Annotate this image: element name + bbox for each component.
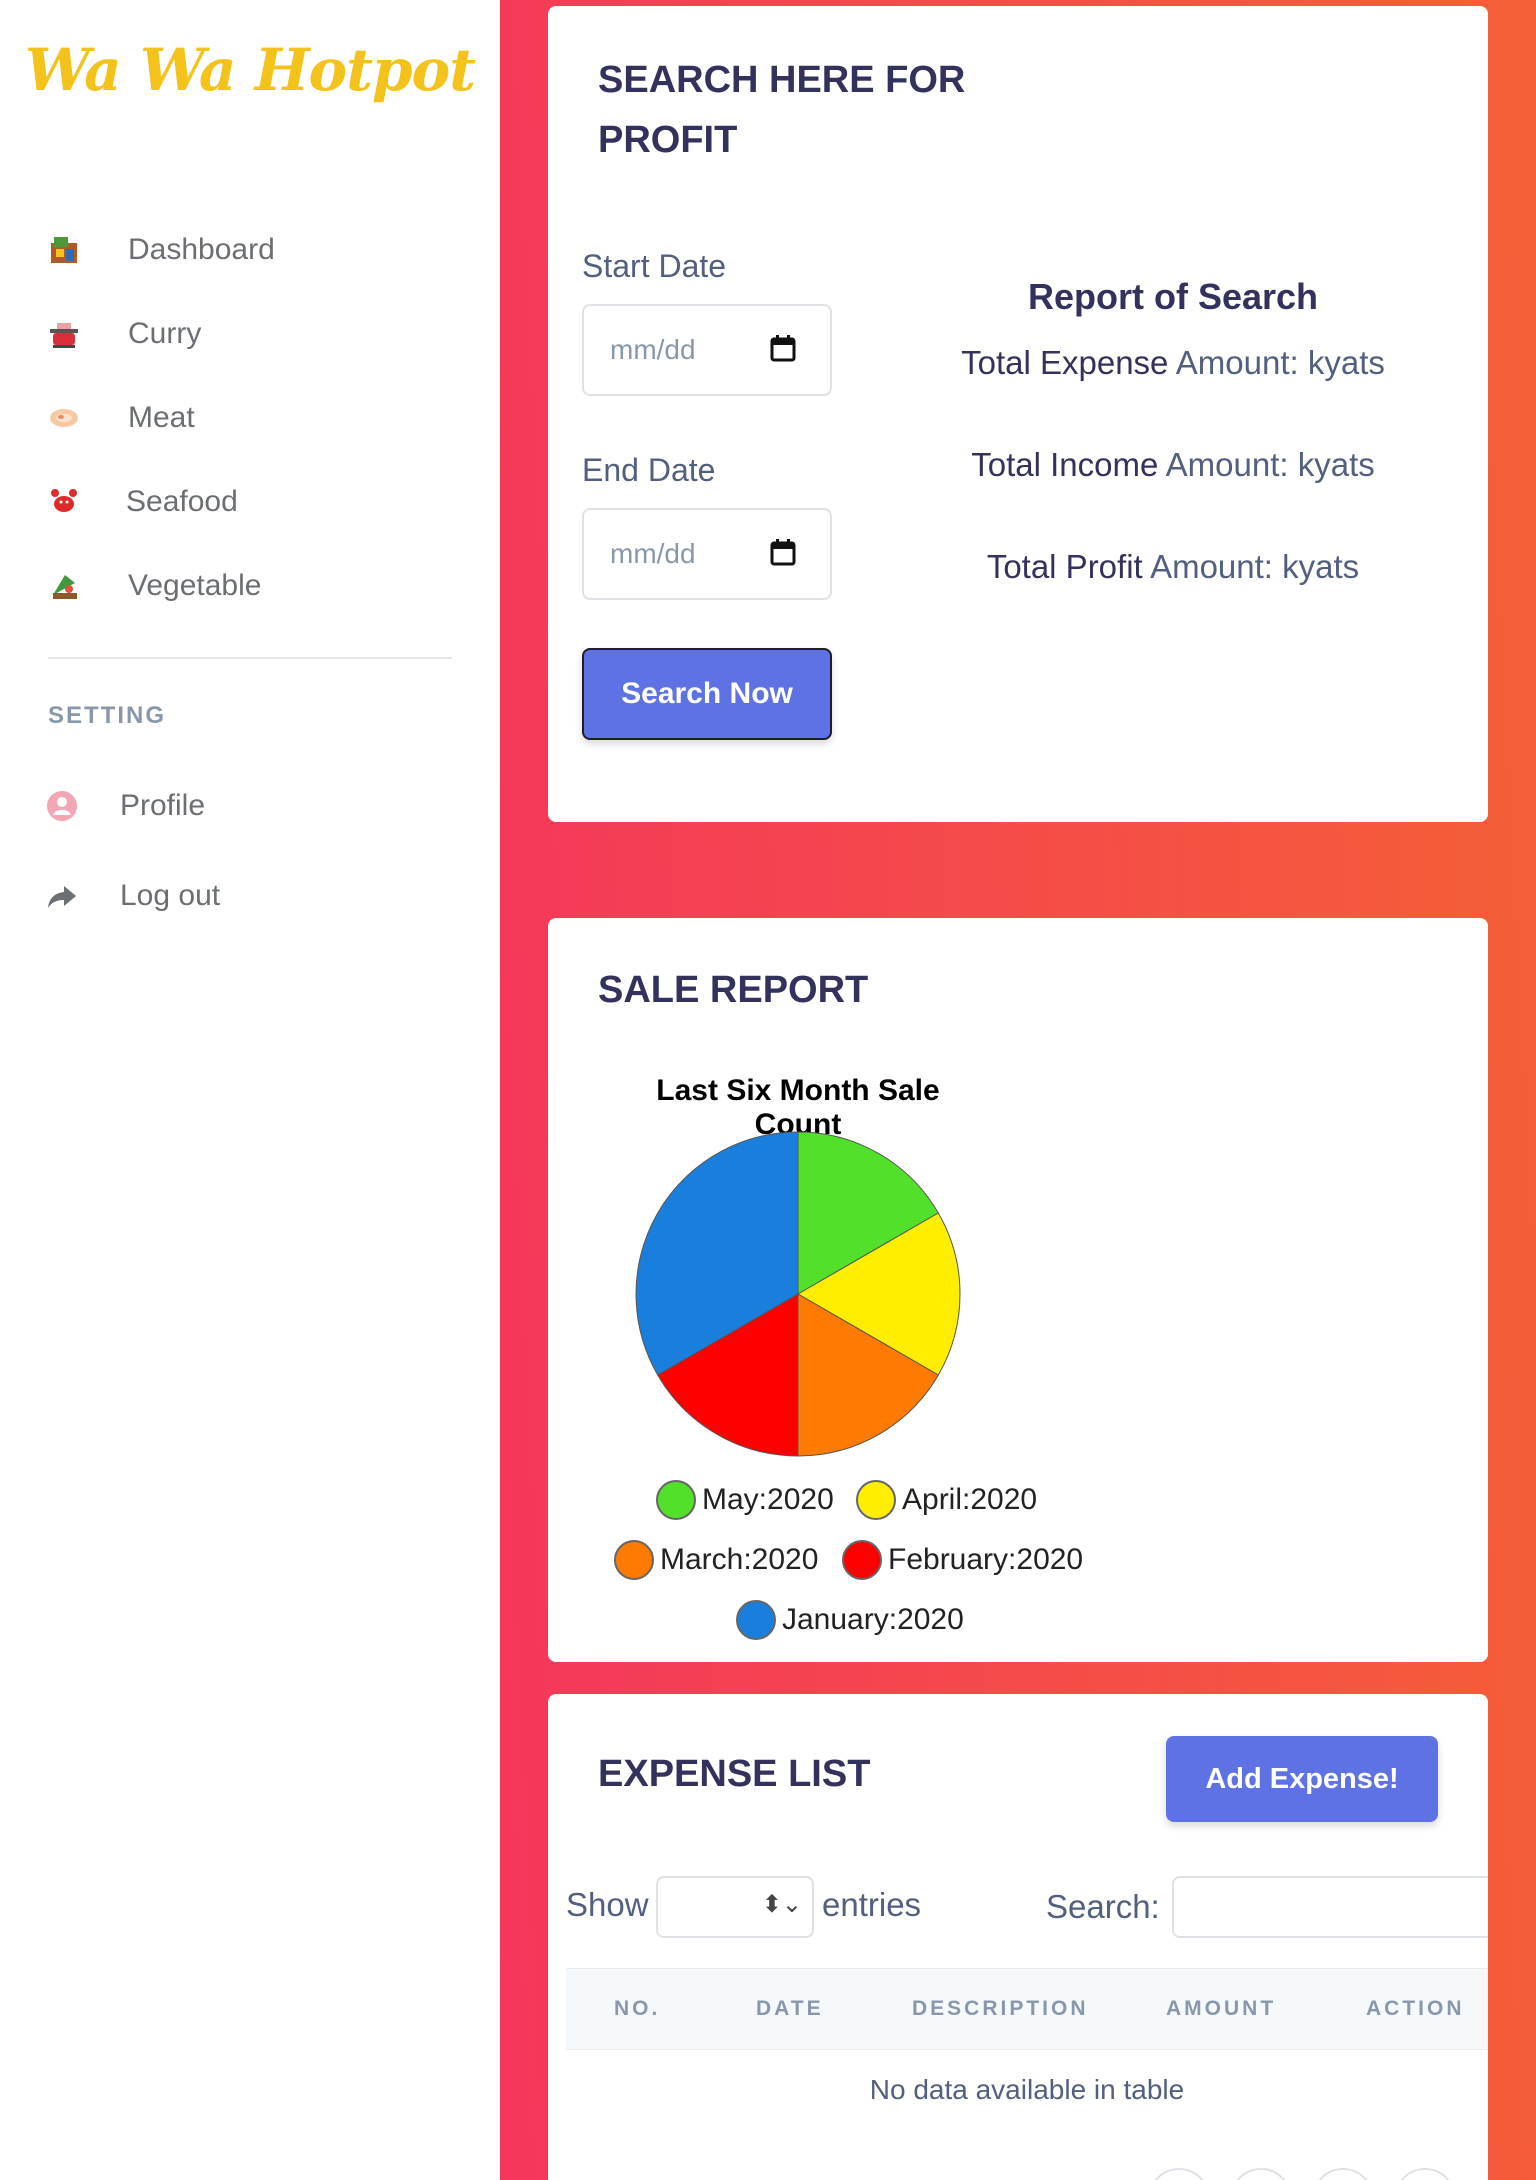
column-header-action[interactable]: ACTION [1366,1997,1465,2021]
search-card-title-line2: PROFIT [598,119,738,161]
pagination-last-button[interactable] [1394,2168,1456,2180]
sidebar-item-label: Vegetable [128,569,262,602]
sidebar-item-label: Meat [128,401,195,434]
legend-label: March:2020 [660,1543,819,1576]
search-profit-card: SEARCH HERE FOR PROFIT Start Date mm/dd … [548,6,1488,822]
sidebar-item-dashboard[interactable]: Dashboard [0,220,500,280]
search-now-button[interactable]: Search Now [582,648,832,740]
sidebar-item-curry[interactable]: Curry [0,304,500,364]
sidebar-item-label: Curry [128,317,202,350]
total-income-label: Total Income [971,446,1159,483]
legend-item-february[interactable]: February:2020 [842,1540,1083,1580]
sidebar-item-label: Log out [120,879,221,912]
sidebar-item-seafood[interactable]: Seafood [0,472,500,532]
expense-list-card: EXPENSE LIST Add Expense! Show ⬍⌄ entrie… [548,1694,1488,2180]
share-arrow-icon [44,878,80,914]
show-label: Show [566,1886,649,1923]
legend-item-january[interactable]: January:2020 [736,1600,964,1640]
legend-swatch [736,1600,776,1640]
empty-table-message: No data available in table [869,2074,1185,2105]
legend-swatch [614,1540,654,1580]
end-date-placeholder: mm/dd [610,538,696,569]
entries-label: entries [822,1886,922,1923]
entries-select[interactable]: ⬍⌄ [656,1876,814,1938]
sidebar: Wa Wa Hotpot Dashboard Curry Meat Seafoo… [0,0,500,2180]
vegetable-icon [46,568,82,604]
expense-list-title: EXPENSE LIST [598,1753,871,1795]
crab-icon [46,484,82,520]
sidebar-item-profile[interactable]: Profile [0,776,500,836]
total-income-line: Total Income Amount: kyats [928,446,1418,484]
end-date-label: End Date [582,452,716,488]
total-expense-amount: Amount: kyats [1175,344,1385,381]
user-icon [44,788,80,824]
sidebar-divider [48,657,452,659]
curry-pot-icon [46,316,82,352]
legend-label: May:2020 [702,1483,834,1516]
pagination-first-button[interactable] [1148,2168,1210,2180]
report-of-search-title: Report of Search [1027,276,1319,317]
table-header: NO. DATE DESCRIPTION AMOUNT ACTION [566,1968,1488,2050]
total-profit-line: Total Profit Amount: kyats [928,548,1418,586]
sale-report-card: SALE REPORT Last Six Month Sale Count Ma… [548,918,1488,1662]
sidebar-heading-setting: SETTING [48,702,167,729]
legend-item-may[interactable]: May:2020 [656,1480,834,1520]
legend-label: January:2020 [782,1603,964,1636]
start-date-placeholder: mm/dd [610,334,696,365]
column-header-no[interactable]: NO. [614,1997,660,2021]
sidebar-item-label: Seafood [126,485,238,518]
sidebar-item-meat[interactable]: Meat [0,388,500,448]
brand-logo[interactable]: Wa Wa Hotpot [0,36,500,104]
legend-swatch [856,1480,896,1520]
select-arrows-icon: ⬍⌄ [761,1891,802,1918]
column-header-amount[interactable]: AMOUNT [1166,1997,1276,2021]
sidebar-item-logout[interactable]: Log out [0,866,500,926]
legend-swatch [656,1480,696,1520]
calendar-icon[interactable] [770,538,796,566]
total-expense-label: Total Expense [961,344,1169,381]
add-expense-button[interactable]: Add Expense! [1166,1736,1438,1822]
end-date-input[interactable]: mm/dd [582,508,832,600]
legend-swatch [842,1540,882,1580]
pagination-next-button[interactable] [1312,2168,1374,2180]
table-search-input[interactable] [1172,1876,1488,1938]
sidebar-item-label: Dashboard [128,233,275,266]
column-header-description[interactable]: DESCRIPTION [912,1997,1089,2021]
total-profit-amount: Amount: kyats [1150,548,1360,585]
pagination-prev-button[interactable] [1230,2168,1292,2180]
total-expense-line: Total Expense Amount: kyats [928,344,1418,382]
column-header-date[interactable]: DATE [756,1997,824,2021]
start-date-label: Start Date [582,248,727,284]
sidebar-item-vegetable[interactable]: Vegetable [0,556,500,616]
legend-label: February:2020 [888,1543,1084,1576]
search-label: Search: [1046,1888,1160,1925]
start-date-input[interactable]: mm/dd [582,304,832,396]
meat-icon [46,400,82,436]
legend-item-april[interactable]: April:2020 [856,1480,1037,1520]
dashboard-icon [46,232,82,268]
sidebar-item-label: Profile [120,789,206,822]
total-income-amount: Amount: kyats [1165,446,1375,483]
legend-item-march[interactable]: March:2020 [614,1540,818,1580]
total-profit-label: Total Profit [986,548,1143,585]
search-card-title-line1: SEARCH HERE FOR [598,59,966,101]
calendar-icon[interactable] [770,334,796,362]
legend-label: April:2020 [902,1483,1038,1516]
